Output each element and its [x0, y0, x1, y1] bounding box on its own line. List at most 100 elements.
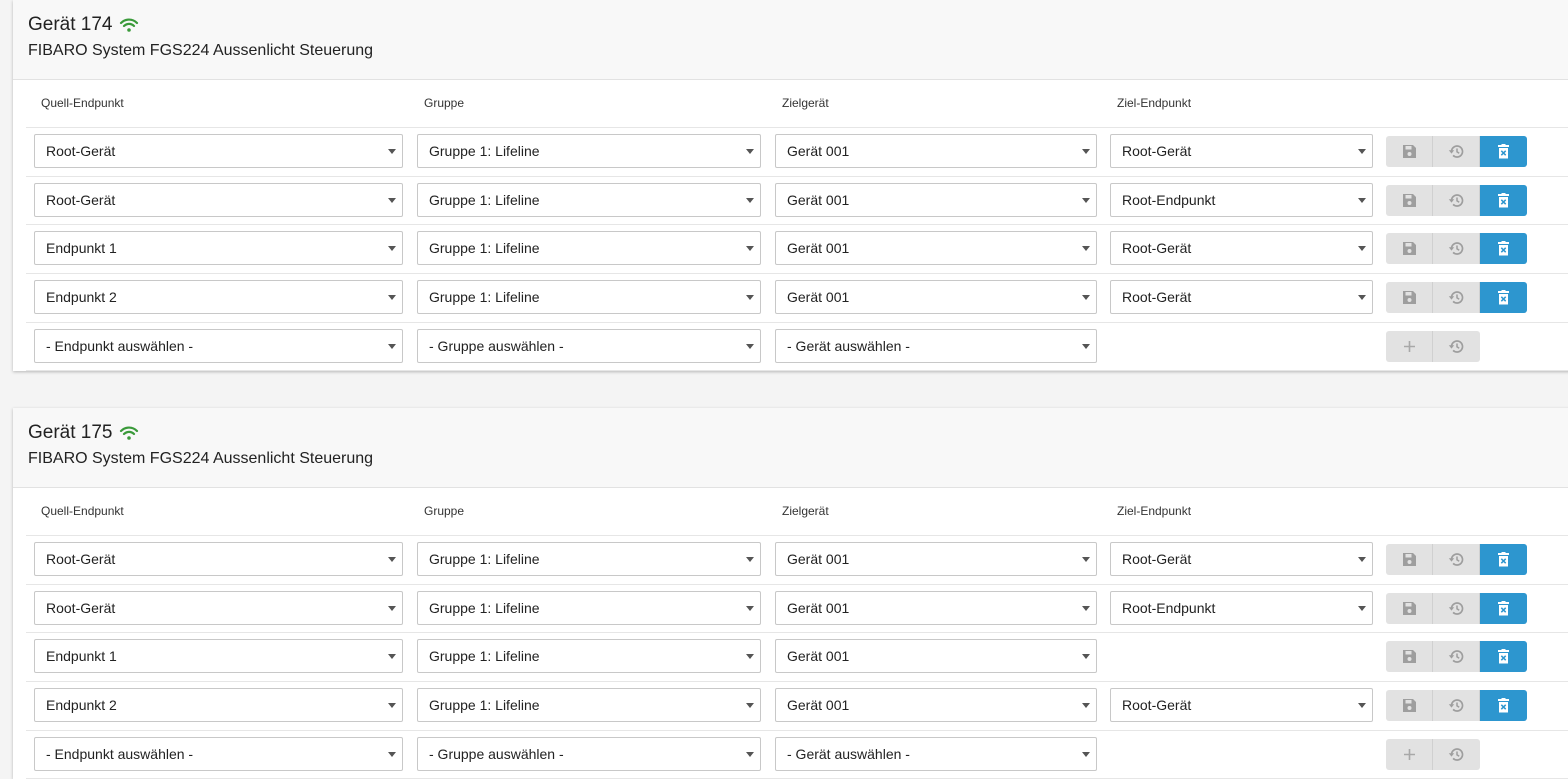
chevron-down-icon: [388, 654, 396, 660]
chevron-down-icon: [388, 149, 396, 154]
source-endpoint-select[interactable]: Root-Gerät: [34, 182, 403, 217]
target-endpoint-select[interactable]: Root-Gerät: [1110, 688, 1373, 723]
group-select[interactable]: Gruppe 1: Lifeline: [417, 134, 761, 168]
row-actions: [1386, 136, 1527, 167]
source-endpoint-select[interactable]: Endpunkt 1: [34, 231, 403, 266]
target-device-select[interactable]: - Gerät auswählen -: [775, 736, 1097, 771]
target-endpoint-select[interactable]: Root-Endpunkt: [1110, 182, 1373, 217]
chevron-down-icon: [1082, 343, 1090, 349]
group-select[interactable]: - Gruppe auswählen -: [417, 328, 761, 363]
save-button[interactable]: [1386, 233, 1433, 265]
reset-button[interactable]: [1433, 233, 1480, 265]
device-card-175: Gerät 175 FIBARO System FGS224 Aussenlic…: [13, 408, 1568, 779]
target-endpoint-select[interactable]: Root-Gerät: [1110, 542, 1373, 576]
target-device-select[interactable]: Gerät 001: [775, 590, 1097, 625]
group-select[interactable]: Gruppe 1: Lifeline: [417, 182, 761, 217]
group-select[interactable]: Gruppe 1: Lifeline: [417, 542, 761, 576]
chevron-down-icon: [1082, 246, 1090, 252]
device-subtitle: FIBARO System FGS224 Aussenlicht Steueru…: [28, 42, 374, 59]
save-button[interactable]: [1386, 690, 1433, 722]
reset-button[interactable]: [1433, 544, 1480, 575]
table-header: Quell-Endpunkt Gruppe Zielgerät Ziel-End…: [26, 80, 1568, 128]
delete-button[interactable]: [1480, 592, 1527, 624]
reset-button[interactable]: [1433, 330, 1480, 362]
row-actions: [1386, 592, 1527, 624]
association-row: Endpunkt 2 Gruppe 1: Lifeline Gerät 001 …: [26, 682, 1568, 731]
source-endpoint-select[interactable]: Endpunkt 2: [34, 688, 403, 723]
delete-icon: [1498, 241, 1509, 256]
source-endpoint-select[interactable]: Root-Gerät: [34, 134, 403, 168]
col-group: Gruppe: [424, 96, 465, 110]
device-subtitle: FIBARO System FGS224 Aussenlicht Steueru…: [28, 450, 374, 467]
reset-button[interactable]: [1433, 592, 1480, 624]
wifi-icon: [119, 18, 138, 32]
delete-button[interactable]: [1480, 184, 1527, 216]
target-device-select[interactable]: Gerät 001: [775, 639, 1097, 674]
target-device-select[interactable]: Gerät 001: [775, 280, 1097, 315]
group-select[interactable]: Gruppe 1: Lifeline: [417, 280, 761, 315]
delete-icon: [1498, 649, 1509, 664]
target-endpoint-select[interactable]: Root-Gerät: [1110, 231, 1373, 266]
source-endpoint-select[interactable]: Root-Gerät: [34, 590, 403, 625]
reset-button[interactable]: [1433, 738, 1480, 770]
save-icon: [1402, 699, 1416, 713]
target-device-select[interactable]: - Gerät auswählen -: [775, 328, 1097, 363]
row-actions: [1386, 544, 1527, 575]
source-endpoint-select[interactable]: Root-Gerät: [34, 542, 403, 576]
source-endpoint-select[interactable]: Endpunkt 1: [34, 639, 403, 674]
save-button[interactable]: [1386, 641, 1433, 673]
source-endpoint-select[interactable]: Endpunkt 2: [34, 280, 403, 315]
association-row: Root-Gerät Gruppe 1: Lifeline Gerät 001 …: [26, 128, 1568, 177]
save-button[interactable]: [1386, 136, 1433, 167]
group-select[interactable]: Gruppe 1: Lifeline: [417, 590, 761, 625]
chevron-down-icon: [1082, 197, 1090, 203]
save-button[interactable]: [1386, 592, 1433, 624]
target-device-select[interactable]: Gerät 001: [775, 542, 1097, 576]
chevron-down-icon: [388, 343, 396, 349]
delete-button[interactable]: [1480, 233, 1527, 265]
chevron-down-icon: [388, 703, 396, 709]
reset-button[interactable]: [1433, 690, 1480, 722]
save-button[interactable]: [1386, 282, 1433, 314]
chevron-down-icon: [388, 751, 396, 757]
delete-button[interactable]: [1480, 544, 1527, 575]
delete-button[interactable]: [1480, 641, 1527, 673]
reset-button[interactable]: [1433, 282, 1480, 314]
row-actions: [1386, 184, 1527, 216]
target-endpoint-select[interactable]: Root-Gerät: [1110, 134, 1373, 168]
device-title: Gerät 174: [28, 14, 113, 35]
source-endpoint-select[interactable]: - Endpunkt auswählen -: [34, 736, 403, 771]
save-button[interactable]: [1386, 544, 1433, 575]
table-header: Quell-Endpunkt Gruppe Zielgerät Ziel-End…: [26, 488, 1568, 536]
group-select[interactable]: Gruppe 1: Lifeline: [417, 688, 761, 723]
chevron-down-icon: [1082, 654, 1090, 660]
delete-button[interactable]: [1480, 136, 1527, 167]
col-group: Gruppe: [424, 504, 465, 518]
history-icon: [1448, 242, 1463, 256]
reset-button[interactable]: [1433, 184, 1480, 216]
group-select[interactable]: Gruppe 1: Lifeline: [417, 639, 761, 674]
save-icon: [1402, 145, 1416, 158]
add-button[interactable]: [1386, 330, 1433, 362]
association-row: Root-Gerät Gruppe 1: Lifeline Gerät 001 …: [26, 585, 1568, 634]
chevron-down-icon: [746, 703, 754, 709]
delete-button[interactable]: [1480, 690, 1527, 722]
row-actions: [1386, 233, 1527, 265]
group-select[interactable]: Gruppe 1: Lifeline: [417, 231, 761, 266]
target-device-select[interactable]: Gerät 001: [775, 182, 1097, 217]
target-device-select[interactable]: Gerät 001: [775, 231, 1097, 266]
source-endpoint-select[interactable]: - Endpunkt auswählen -: [34, 328, 403, 363]
target-device-select[interactable]: Gerät 001: [775, 688, 1097, 723]
chevron-down-icon: [388, 605, 396, 611]
reset-button[interactable]: [1433, 641, 1480, 673]
add-button[interactable]: [1386, 738, 1433, 770]
target-device-select[interactable]: Gerät 001: [775, 134, 1097, 168]
group-select[interactable]: - Gruppe auswählen -: [417, 736, 761, 771]
target-endpoint-select[interactable]: Root-Endpunkt: [1110, 590, 1373, 625]
reset-button[interactable]: [1433, 136, 1480, 167]
target-endpoint-select[interactable]: Root-Gerät: [1110, 280, 1373, 315]
delete-button[interactable]: [1480, 282, 1527, 314]
row-actions: [1386, 282, 1527, 314]
delete-icon: [1498, 192, 1509, 208]
save-button[interactable]: [1386, 184, 1433, 216]
